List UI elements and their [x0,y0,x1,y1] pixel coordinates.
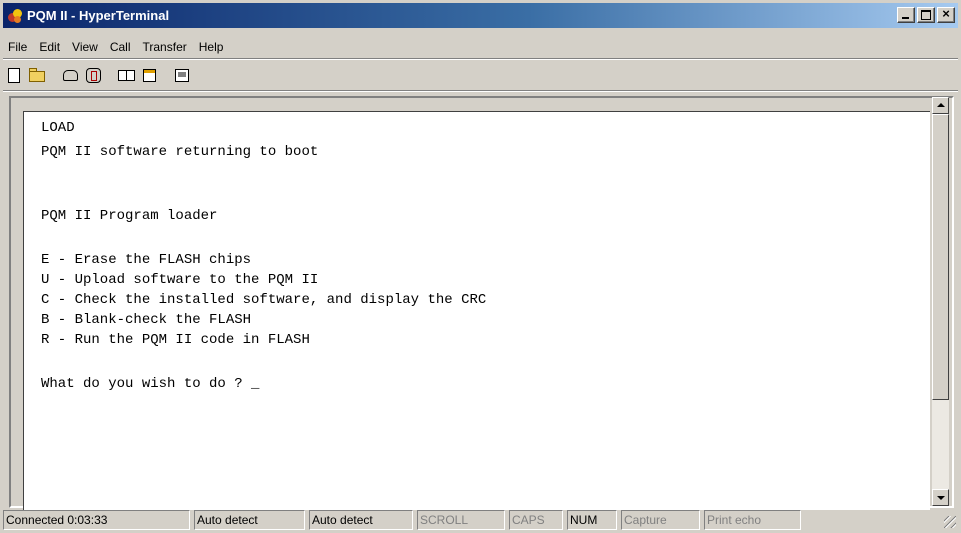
menu-call[interactable]: Call [104,38,137,56]
terminal-line: C - Check the installed software, and di… [41,292,487,308]
status-caps: CAPS [509,510,563,530]
properties-button[interactable] [172,65,192,85]
disconnect-button[interactable] [83,65,103,85]
menu-separator [3,58,958,60]
disconnect-icon [86,68,101,83]
close-icon: × [942,6,950,21]
menu-transfer[interactable]: Transfer [137,38,193,56]
status-print-echo: Print echo [704,510,801,530]
terminal-line: B - Blank-check the FLASH [41,312,252,328]
receive-file-icon [143,69,156,82]
new-document-icon [8,68,20,83]
status-emulation: Auto detect [194,510,305,530]
maximize-icon [921,10,931,20]
menu-file[interactable]: File [3,38,33,56]
terminal-line: PQM II Program loader [41,208,218,224]
minimize-icon [902,17,909,19]
terminal-line: PQM II software returning to boot [41,144,319,160]
scroll-down-button[interactable] [932,489,949,506]
new-connection-button[interactable] [4,65,24,85]
resize-grip-icon[interactable] [944,516,956,528]
menu-view[interactable]: View [66,38,104,56]
status-num: NUM [567,510,617,530]
arrow-up-icon [937,103,945,107]
arrow-down-icon [937,496,945,500]
call-button[interactable] [60,65,80,85]
toolbar-separator [3,90,958,92]
terminal-line: R - Run the PQM II code in FLASH [41,332,310,348]
vertical-scrollbar[interactable] [932,97,949,506]
menu-help[interactable]: Help [193,38,230,56]
close-button[interactable]: × [937,6,955,23]
status-connected: Connected 0:03:33 [3,510,190,530]
terminal-prompt: What do you wish to do ? _ [41,376,260,392]
minimize-button[interactable] [897,7,915,23]
menu-edit[interactable]: Edit [33,38,66,56]
window-title: PQM II - HyperTerminal [27,8,170,23]
terminal-line: U - Upload software to the PQM II [41,272,319,288]
status-settings: Auto detect [309,510,413,530]
title-bar[interactable]: PQM II - HyperTerminal × [3,3,958,28]
menu-bar: File Edit View Call Transfer Help [3,38,229,56]
open-button[interactable] [27,65,47,85]
scroll-up-button[interactable] [932,97,949,114]
terminal-line: LOAD [41,120,75,136]
hyperterminal-app-icon[interactable] [7,8,23,24]
call-icon [63,70,78,81]
send-button[interactable] [116,65,136,85]
terminal-screen[interactable]: LOAD PQM II software returning to boot P… [23,111,930,510]
hyperterminal-window: PQM II - HyperTerminal × File Edit View … [0,0,961,533]
terminal-line: E - Erase the FLASH chips [41,252,252,268]
status-bar: Connected 0:03:33 Auto detect Auto detec… [3,510,958,530]
toolbar [4,62,195,88]
open-folder-icon [29,71,45,82]
properties-icon [175,69,189,82]
status-capture: Capture [621,510,700,530]
maximize-button[interactable] [917,7,935,23]
receive-button[interactable] [139,65,159,85]
scroll-thumb[interactable] [932,114,949,400]
status-scroll: SCROLL [417,510,505,530]
caption-buttons: × [895,6,955,23]
